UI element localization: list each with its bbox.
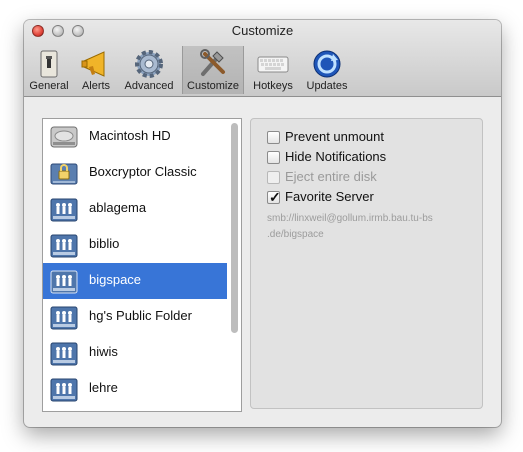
eject-entire-disk-label: Eject entire disk xyxy=(285,169,377,184)
list-item[interactable]: biblio xyxy=(43,227,227,263)
checkbox-box xyxy=(267,171,280,184)
volume-list[interactable]: Macintosh HD Boxcryptor Classic ablagema xyxy=(42,118,242,412)
prevent-unmount-checkbox[interactable]: Prevent unmount xyxy=(267,129,487,147)
checkmark-icon: ✓ xyxy=(269,189,281,205)
toolbar-hotkeys-label: Hotkeys xyxy=(253,80,293,92)
hide-notifications-label: Hide Notifications xyxy=(285,149,387,164)
encrypted-volume-icon xyxy=(50,163,78,185)
list-item-label: bigspace xyxy=(89,272,142,287)
scrollbar-thumb[interactable] xyxy=(231,123,238,333)
options-panel: Prevent unmount Hide Notifications Eject… xyxy=(250,118,483,409)
toolbar-updates-label: Updates xyxy=(306,80,348,92)
server-url-line1: smb://linxweil@gollum.irmb.bau.tu-bs xyxy=(267,213,433,224)
list-item-label: hiwis xyxy=(89,344,118,359)
list-item[interactable]: Macintosh HD xyxy=(43,119,227,155)
list-item-label: lehre xyxy=(89,380,118,395)
window-title: Customize xyxy=(231,23,294,38)
list-item-label: hg's Public Folder xyxy=(89,308,192,323)
hide-notifications-checkbox[interactable]: Hide Notifications xyxy=(267,149,487,167)
favorite-server-checkbox[interactable]: ✓ Favorite Server xyxy=(267,189,487,207)
toolbar-updates[interactable]: Updates xyxy=(302,46,352,94)
toolbar: Customize General Alerts Advanced Custom… xyxy=(24,20,501,97)
list-item[interactable]: hg's Public Folder xyxy=(43,299,227,335)
network-share-icon xyxy=(50,198,78,222)
list-item-label: Boxcryptor Classic xyxy=(89,164,197,179)
list-item[interactable]: Boxcryptor Classic xyxy=(43,155,227,191)
general-icon xyxy=(40,50,58,78)
list-item-selected[interactable]: bigspace xyxy=(43,263,227,299)
list-item-label: Macintosh HD xyxy=(89,128,171,143)
checkbox-box[interactable] xyxy=(267,151,280,164)
checkbox-box[interactable] xyxy=(267,131,280,144)
keyboard-icon xyxy=(257,56,289,73)
toolbar-customize[interactable]: Customize xyxy=(182,46,244,94)
gear-icon xyxy=(135,50,163,78)
toolbar-advanced[interactable]: Advanced xyxy=(120,46,178,94)
preferences-window: Customize General Alerts Advanced Custom… xyxy=(24,20,501,427)
network-share-icon xyxy=(50,234,78,258)
list-item[interactable]: ablagema xyxy=(43,191,227,227)
megaphone-icon xyxy=(81,51,105,77)
checkbox-box[interactable]: ✓ xyxy=(267,189,281,205)
server-url-line2: .de/bigspace xyxy=(267,229,324,240)
network-share-icon xyxy=(50,342,78,366)
toolbar-alerts-label: Alerts xyxy=(81,80,111,92)
list-item-label: biblio xyxy=(89,236,120,251)
network-share-icon xyxy=(50,270,78,294)
toolbar-hotkeys[interactable]: Hotkeys xyxy=(248,46,298,94)
list-item[interactable]: lehre xyxy=(43,371,227,407)
toolbar-general[interactable]: General xyxy=(28,46,70,94)
eject-entire-disk-checkbox: Eject entire disk xyxy=(267,169,487,187)
list-item-label: ablagema xyxy=(89,200,147,215)
toolbar-alerts[interactable]: Alerts xyxy=(76,46,116,94)
tools-icon xyxy=(200,49,225,76)
network-share-icon xyxy=(50,378,78,402)
volume-list-scrollbar[interactable] xyxy=(230,121,240,407)
toolbar-advanced-label: Advanced xyxy=(124,80,174,92)
updates-icon xyxy=(313,50,341,78)
prevent-unmount-label: Prevent unmount xyxy=(285,129,385,144)
toolbar-general-label: General xyxy=(29,80,69,92)
favorite-server-label: Favorite Server xyxy=(285,189,374,204)
network-share-icon xyxy=(50,306,78,330)
list-item[interactable]: hiwis xyxy=(43,335,227,371)
toolbar-customize-label: Customize xyxy=(187,80,239,92)
server-url: smb://linxweil@gollum.irmb.bau.tu-bs .de… xyxy=(267,211,479,243)
hard-disk-icon xyxy=(50,126,78,148)
